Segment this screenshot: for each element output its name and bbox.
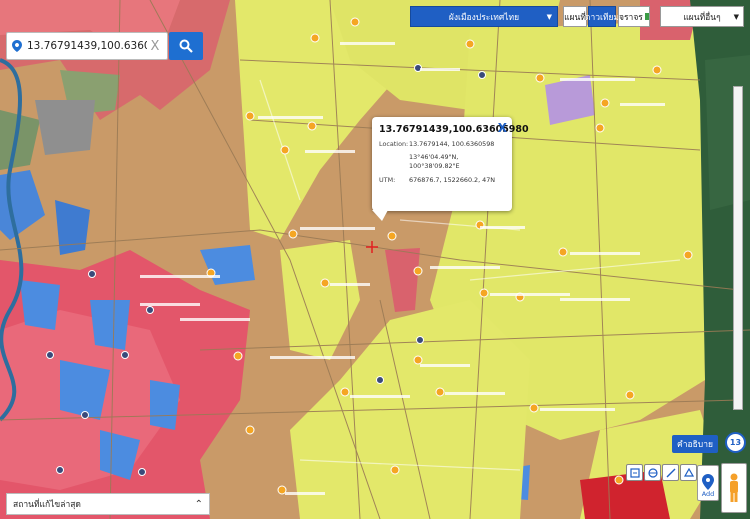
chevron-down-icon: ▼ xyxy=(733,12,739,21)
globe-icon[interactable] xyxy=(644,464,661,481)
recent-places-panel[interactable]: สถานที่แก้ไขล่าสุด ⌃ xyxy=(6,493,210,515)
other-maps-label: แผนที่อื่นๆ xyxy=(683,12,721,23)
search-input[interactable] xyxy=(27,40,147,52)
layer-select[interactable]: ผังเมืองประเทศไทย ▼ xyxy=(410,6,558,27)
utm-label: UTM: xyxy=(379,176,396,184)
map-type-map-button[interactable]: แผนที่ xyxy=(563,6,587,27)
zoom-level-badge[interactable]: 13 xyxy=(725,432,746,453)
map-type-satellite-button[interactable]: ดาวเทียม xyxy=(585,6,619,27)
popup-location-row: Location: 13.7679144, 100.6360598 xyxy=(379,140,505,149)
close-icon[interactable]: X xyxy=(498,121,507,135)
street-view-pegman-icon[interactable] xyxy=(721,463,747,513)
location-label: Location: xyxy=(379,140,409,148)
add-button[interactable]: Add xyxy=(697,465,719,501)
map-scrollbar[interactable] xyxy=(733,86,743,410)
search-button[interactable] xyxy=(169,32,203,60)
popup-dms-row: 13°46'04.49"N, 100°38'09.82"E xyxy=(379,153,505,171)
popup-title: 13.76791439,100.63605980 xyxy=(379,124,529,135)
chevron-down-icon: ▼ xyxy=(546,12,552,21)
coordinate-popup: 13.76791439,100.63605980 X Location: 13.… xyxy=(372,117,529,221)
location-value: 13.7679144, 100.6360598 xyxy=(409,140,495,148)
layer-select-label: ผังเมืองประเทศไทย xyxy=(448,12,520,23)
clear-search-icon[interactable]: X xyxy=(147,39,163,54)
search-box: X xyxy=(6,32,168,60)
utm-value: 676876.7, 1522660.2, 47N xyxy=(409,176,496,184)
traffic-label: จราจร xyxy=(619,12,643,23)
map-type-traffic-button[interactable]: จราจร xyxy=(618,6,650,27)
dms-lat: 13°46'04.49"N, xyxy=(409,153,459,161)
bookmark-icon[interactable] xyxy=(626,464,643,481)
popup-pointer xyxy=(372,210,388,221)
search-icon xyxy=(179,39,193,53)
dms-lon: 100°38'09.82"E xyxy=(409,162,460,170)
land-use-map[interactable] xyxy=(0,0,750,519)
legend-button[interactable]: คำอธิบาย xyxy=(672,435,718,453)
popup-utm-row: UTM: 676876.7, 1522660.2, 47N xyxy=(379,176,505,185)
add-pin-icon xyxy=(702,474,714,490)
expand-chevron-icon[interactable]: ⌃ xyxy=(195,499,203,510)
measure-icon[interactable] xyxy=(662,464,679,481)
location-pin-icon xyxy=(7,40,27,52)
recent-places-label: สถานที่แก้ไขล่าสุด xyxy=(13,500,81,510)
other-maps-select[interactable]: แผนที่อื่นๆ ▼ xyxy=(660,6,744,27)
traffic-checkbox-icon[interactable] xyxy=(644,13,649,20)
add-label: Add xyxy=(701,490,715,498)
polygon-icon[interactable] xyxy=(680,464,697,481)
